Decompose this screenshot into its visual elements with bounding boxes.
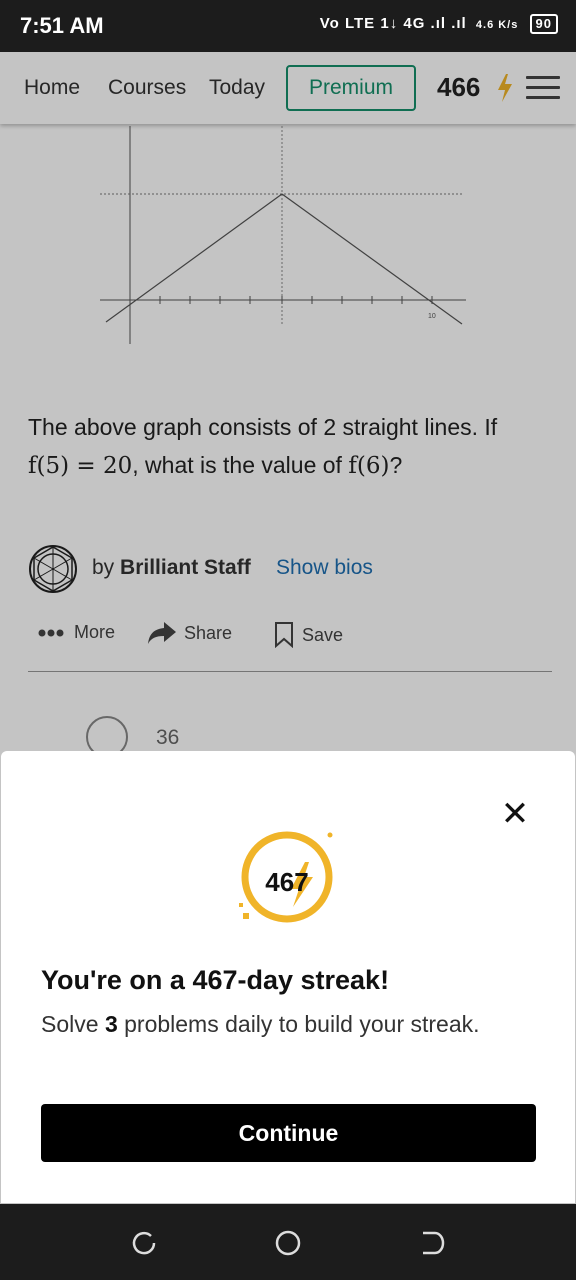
streak-description: Solve 3 problems daily to build your str…: [41, 1005, 511, 1043]
home-circle-icon[interactable]: [273, 1228, 303, 1258]
recent-apps-icon[interactable]: [129, 1228, 159, 1258]
signal-indicators: Vo LTE 1↓ 4G .ıl .ıl: [319, 15, 467, 32]
streak-badge-number: 467: [265, 867, 309, 897]
streak-text-after: problems daily to build your streak.: [124, 1011, 480, 1037]
status-time: 7:51 AM: [20, 13, 104, 38]
streak-text-before: Solve: [41, 1011, 99, 1037]
close-icon[interactable]: ✕: [500, 797, 530, 831]
battery-icon: 90: [529, 14, 558, 34]
streak-problem-count: 3: [104, 1011, 118, 1037]
system-nav-bar: [0, 1204, 576, 1280]
continue-button[interactable]: Continue: [41, 1104, 536, 1162]
streak-title: You're on a 467-day streak!: [41, 965, 390, 995]
network-speed: 4.6 K/s: [475, 19, 519, 31]
status-indicators: Vo LTE 1↓ 4G .ıl .ıl 4.6 K/s 90: [320, 14, 558, 34]
streak-sheet: ✕ 467 You're on a 467-day streak! Solve …: [1, 751, 575, 1203]
status-bar: 7:51 AM Vo LTE 1↓ 4G .ıl .ıl 4.6 K/s 90: [0, 0, 576, 52]
back-icon[interactable]: [417, 1228, 447, 1258]
streak-badge: 467: [233, 827, 343, 937]
